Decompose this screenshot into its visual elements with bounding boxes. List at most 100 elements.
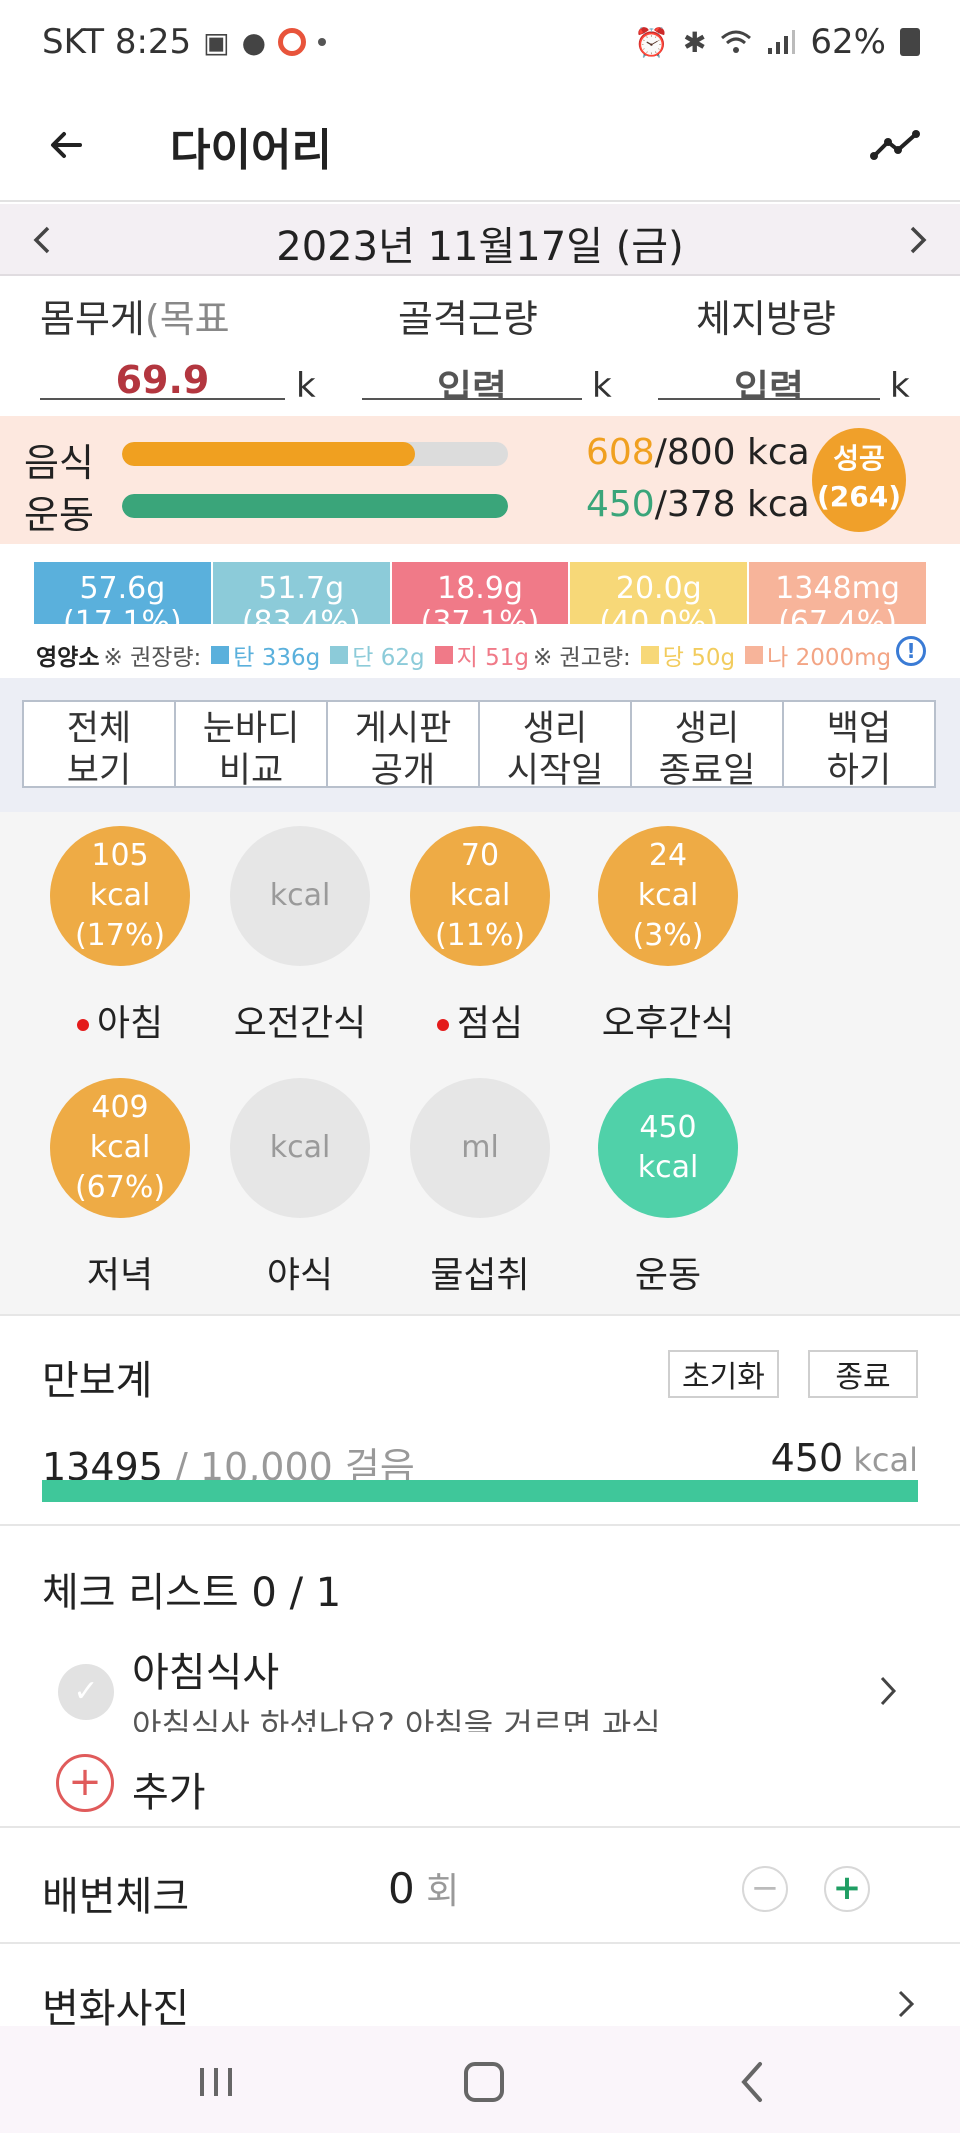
tab-label-line2: 공개: [370, 751, 436, 786]
meal-item[interactable]: ml 물섭취: [390, 1064, 570, 1304]
meal-circle[interactable]: 105 kcal (17%): [50, 826, 190, 966]
food-eaten: 608: [586, 432, 655, 473]
nutrition-bar-percent: (67.4%): [778, 605, 897, 625]
tab-button[interactable]: 생리 종료일: [632, 702, 784, 786]
nutrition-bar-value: 51.7g: [258, 571, 345, 606]
success-badge[interactable]: 성공 (264): [812, 428, 906, 532]
weight-unit: k: [296, 366, 316, 406]
meal-circle[interactable]: kcal: [230, 826, 370, 966]
food-progress-bar: [122, 442, 508, 466]
meal-item[interactable]: 409 kcal (67%) 저녁: [30, 1064, 210, 1304]
tab-label-line1: 생리: [674, 709, 740, 749]
recent-apps-icon[interactable]: [186, 2052, 246, 2112]
meal-item[interactable]: kcal 야식: [210, 1064, 390, 1304]
checklist-item[interactable]: ✓ 아침식사 아침식사 하셨나요? 아침을 거르면 과식: [42, 1640, 918, 1750]
meal-circle[interactable]: ml: [410, 1078, 550, 1218]
meal-calorie-text: (11%): [434, 918, 526, 953]
progress-photos-section[interactable]: 변화사진: [0, 1946, 960, 2032]
next-date-chevron-icon[interactable]: [896, 218, 940, 262]
nutrition-bars[interactable]: 57.6g (17.1%) 51.7g (83.4%) 18.9g (37.1%) 20.0…: [34, 562, 926, 624]
muscle-label: 골격근량: [398, 297, 538, 341]
meal-label-text: 오후간식: [601, 1003, 735, 1044]
pedometer-kcal-value: 450: [770, 1436, 844, 1480]
meal-circle[interactable]: 409 kcal (67%): [50, 1078, 190, 1218]
meal-calorie-text: (67%): [74, 1170, 166, 1205]
food-target: /800: [654, 432, 736, 473]
meal-calorie-text: 70: [460, 838, 500, 873]
recommend-label: ※ 권장량:: [103, 645, 202, 671]
battery-percent: 62%: [810, 22, 886, 62]
meal-item[interactable]: 70 kcal (11%) 점심: [390, 812, 570, 1052]
current-date[interactable]: 2023년 11월17일 (금): [0, 214, 960, 272]
meal-label: 오전간식: [210, 994, 390, 1046]
sodium-legend: 나 2000mg: [767, 645, 892, 671]
meal-item[interactable]: kcal 오전간식: [210, 812, 390, 1052]
action-tabs: 전체 보기 눈바디 비교 게시판 공개 생리 시작일 생리 종료일 백업 하기: [22, 700, 936, 788]
tab-button[interactable]: 백업 하기: [784, 702, 934, 786]
fat-input[interactable]: 입력: [658, 358, 880, 398]
meal-calorie-text: kcal: [637, 878, 699, 913]
checkmark-icon[interactable]: ✓: [58, 1664, 114, 1720]
meal-circle[interactable]: 24 kcal (3%): [598, 826, 738, 966]
pedometer-stop-button[interactable]: 종료: [808, 1350, 918, 1398]
back-arrow-icon[interactable]: [40, 118, 94, 172]
meal-label: 야식: [210, 1246, 390, 1298]
weight-value[interactable]: 69.9: [40, 358, 285, 398]
chevron-right-icon[interactable]: [888, 1982, 922, 2026]
weight-metric[interactable]: 몸무게(목표 69.9 k: [40, 288, 320, 408]
info-icon[interactable]: !: [896, 636, 926, 666]
meal-calorie-text: kcal: [637, 1150, 699, 1185]
meal-calorie-text: kcal: [89, 1130, 151, 1165]
meal-item[interactable]: 24 kcal (3%) 오후간식: [578, 812, 758, 1052]
nutrition-bar[interactable]: 57.6g (17.1%): [34, 562, 213, 624]
meal-circle[interactable]: 450 kcal: [598, 1078, 738, 1218]
nutrition-bar[interactable]: 18.9g (37.1%): [391, 562, 571, 625]
meal-label-text: 저녁: [86, 1255, 154, 1296]
bluetooth-icon: ✱: [682, 25, 707, 59]
tab-button[interactable]: 전체 보기: [24, 702, 176, 786]
nutrition-bar[interactable]: 20.0g (40.0%): [570, 562, 750, 625]
pedometer-reset-button[interactable]: 초기화: [668, 1350, 779, 1398]
carrier-time: SKT 8:25: [42, 22, 192, 62]
exercise-label: 운동: [24, 493, 94, 537]
muscle-input[interactable]: 입력: [362, 358, 582, 398]
tab-label-line1: 눈바디: [202, 709, 300, 749]
exercise-progress-fill: [122, 494, 508, 518]
increment-button[interactable]: +: [824, 1866, 870, 1912]
exercise-unit: kca: [747, 484, 810, 525]
decrement-button[interactable]: −: [742, 1866, 788, 1912]
chat-icon: ●: [241, 25, 267, 59]
meal-label: 점심: [390, 994, 570, 1046]
bowel-count-unit: 회: [414, 1871, 460, 1912]
meal-circle[interactable]: 70 kcal (11%): [410, 826, 550, 966]
meal-calorie-text: 105: [91, 838, 149, 873]
back-nav-icon[interactable]: [724, 2052, 784, 2112]
limit-label: ※ 권고량:: [532, 645, 631, 671]
nutrition-bar-value: 18.9g: [437, 571, 523, 606]
calorie-summary[interactable]: 음식 608/800 kca 운동 450/378 kca 성공 (264): [0, 416, 960, 544]
nutrition-bar-percent: (40.0%): [599, 605, 719, 625]
nutrition-bar[interactable]: 1348mg (67.4%): [749, 562, 926, 624]
nutrition-bar-percent: (17.1%): [63, 605, 182, 625]
nutrition-bar-percent: (37.1%): [420, 605, 540, 625]
recorded-dot-icon: [76, 1019, 89, 1031]
weight-goal-label: (목표: [144, 297, 230, 341]
trend-chart-icon[interactable]: [868, 118, 924, 174]
bowel-count: 0 회: [388, 1862, 459, 1914]
tab-button[interactable]: 눈바디 비교: [176, 702, 328, 786]
nutrition-bar[interactable]: 51.7g (83.4%): [212, 562, 392, 624]
home-icon[interactable]: [454, 2052, 514, 2112]
meal-label-text: 물섭취: [430, 1255, 530, 1296]
muscle-metric[interactable]: 골격근량 입력 k: [362, 288, 622, 408]
chevron-right-icon[interactable]: [868, 1666, 908, 1716]
meal-item[interactable]: 105 kcal (17%) 아침: [30, 812, 210, 1052]
meal-circle[interactable]: kcal: [230, 1078, 370, 1218]
wifi-icon: [721, 30, 752, 53]
muscle-underline: [362, 398, 582, 400]
exercise-progress-bar: [122, 494, 508, 518]
tab-button[interactable]: 게시판 공개: [328, 702, 480, 786]
meal-item[interactable]: 450 kcal 운동: [578, 1064, 758, 1304]
tab-button[interactable]: 생리 시작일: [480, 702, 632, 786]
fat-metric[interactable]: 체지방량 입력 k: [658, 288, 920, 408]
pedometer-progress-fill: [42, 1480, 918, 1502]
